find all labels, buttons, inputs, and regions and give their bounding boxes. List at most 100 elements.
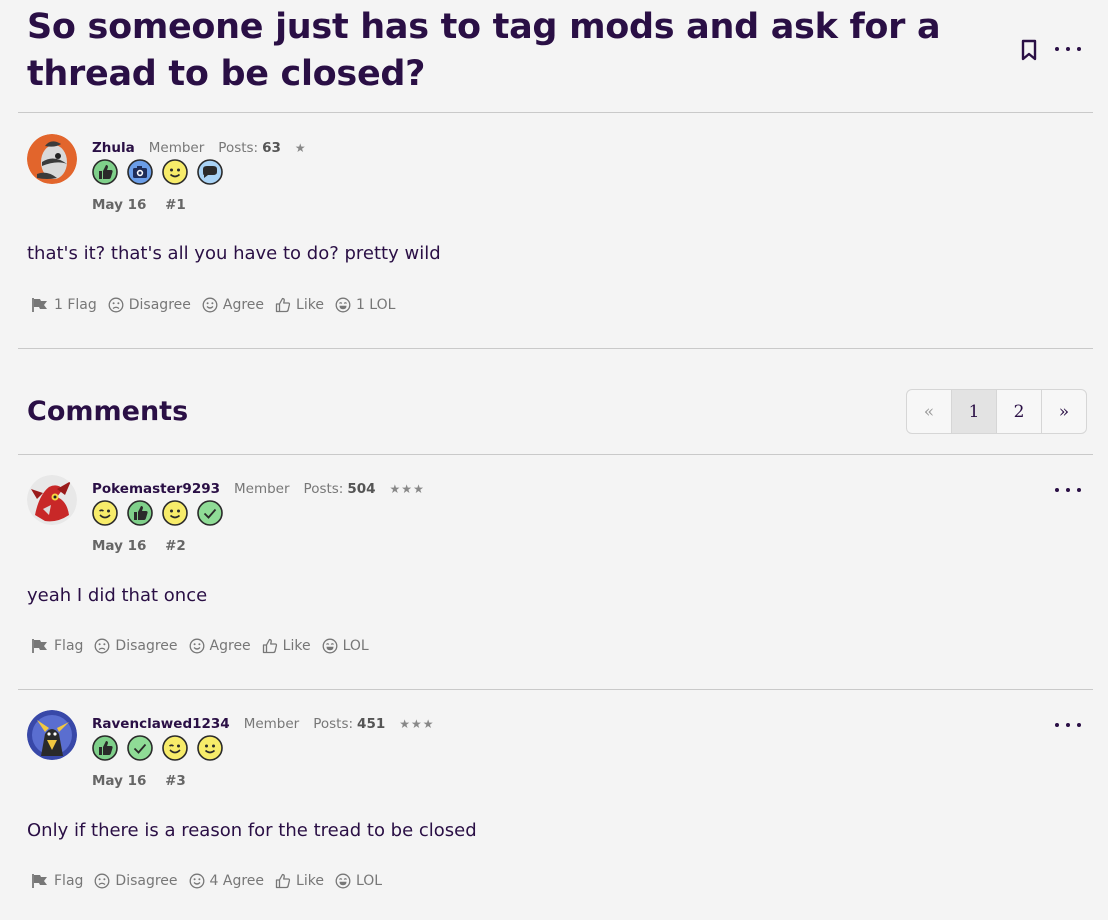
like-button[interactable]: Like — [262, 638, 311, 654]
smile-badge-icon[interactable] — [162, 159, 188, 185]
comments-heading: Comments — [27, 396, 189, 427]
lol-button[interactable]: 1 LOL — [335, 297, 395, 313]
posts-count: 451 — [357, 716, 386, 732]
avatar[interactable] — [27, 710, 77, 760]
thumbs-up-badge-icon[interactable] — [127, 500, 153, 526]
flag-icon — [32, 298, 47, 312]
posts-label: Posts: — [313, 716, 354, 732]
check-badge-icon[interactable] — [197, 500, 223, 526]
disagree-label: Disagree — [115, 873, 178, 889]
laugh-icon — [335, 873, 351, 889]
divider — [18, 689, 1093, 690]
disagree-label: Disagree — [128, 297, 191, 313]
author-meta: Zhula Member Posts: 63 ★ — [92, 140, 307, 156]
comment-more-options-icon[interactable] — [1053, 481, 1083, 499]
reaction-bar: 1 Flag Disagree Agree Like 1 LOL — [31, 297, 406, 313]
wink-badge-icon[interactable] — [162, 735, 188, 761]
avatar[interactable] — [27, 134, 77, 184]
lol-label: 1 LOL — [355, 297, 396, 313]
smile-icon — [202, 297, 218, 313]
post-date[interactable]: May 16 — [92, 773, 146, 789]
smile-icon — [189, 638, 204, 654]
avatar[interactable] — [27, 475, 77, 525]
post-body: yeah I did that once — [27, 585, 208, 606]
thread-more-options-icon[interactable] — [1053, 40, 1083, 58]
flag-label: 1 Flag — [54, 297, 97, 313]
thumbs-up-badge-icon[interactable] — [92, 159, 118, 185]
reaction-bar: Flag Disagree Agree Like LOL — [31, 638, 380, 654]
posts-count: 504 — [347, 481, 376, 497]
flag-icon — [32, 874, 47, 888]
post-date-row: May 16 #2 — [92, 538, 186, 554]
lol-label: LOL — [342, 638, 369, 654]
pagination-page-1[interactable]: 1 — [952, 390, 997, 433]
pagination-prev[interactable]: « — [907, 390, 952, 433]
user-role: Member — [148, 140, 205, 156]
agree-button[interactable]: 4 Agree — [189, 873, 265, 889]
badge-list — [92, 159, 223, 185]
thumbs-up-icon — [275, 873, 291, 889]
badge-list — [92, 735, 223, 761]
speech-bubble-badge-icon[interactable] — [197, 159, 223, 185]
like-label: Like — [296, 297, 324, 313]
wink-badge-icon[interactable] — [92, 500, 118, 526]
post-body: Only if there is a reason for the tread … — [27, 820, 477, 841]
agree-label: 4 Agree — [209, 873, 265, 889]
frown-icon — [94, 638, 110, 654]
check-badge-icon[interactable] — [127, 735, 153, 761]
like-button[interactable]: Like — [275, 297, 324, 313]
rank-stars: ★★★ — [399, 717, 435, 731]
laugh-icon — [335, 297, 351, 313]
agree-button[interactable]: Agree — [189, 638, 251, 654]
smile-badge-icon[interactable] — [162, 500, 188, 526]
flag-icon — [32, 639, 47, 653]
divider — [18, 348, 1093, 349]
reaction-bar: Flag Disagree 4 Agree Like LOL — [31, 873, 393, 889]
user-role: Member — [243, 716, 300, 732]
post-body: that's it? that's all you have to do? pr… — [27, 243, 441, 264]
smile-icon — [189, 873, 204, 889]
flag-button[interactable]: 1 Flag — [31, 297, 97, 313]
disagree-button[interactable]: Disagree — [108, 297, 191, 313]
flag-button[interactable]: Flag — [31, 638, 83, 654]
thumbs-up-icon — [275, 297, 291, 313]
like-label: Like — [296, 873, 324, 889]
posts-label: Posts: — [303, 481, 344, 497]
flag-label: Flag — [54, 638, 84, 654]
agree-button[interactable]: Agree — [202, 297, 264, 313]
agree-label: Agree — [222, 297, 265, 313]
like-button[interactable]: Like — [275, 873, 324, 889]
flag-label: Flag — [54, 873, 84, 889]
pagination-page-2[interactable]: 2 — [997, 390, 1042, 433]
posts-count: 63 — [262, 140, 281, 156]
pagination: « 1 2 » — [906, 389, 1087, 434]
username-link[interactable]: Pokemaster9293 — [92, 481, 220, 497]
flag-button[interactable]: Flag — [31, 873, 83, 889]
disagree-label: Disagree — [115, 638, 178, 654]
smile-badge-icon[interactable] — [197, 735, 223, 761]
post-date[interactable]: May 16 — [92, 197, 146, 213]
post-date-row: May 16 #3 — [92, 773, 186, 789]
user-role: Member — [234, 481, 290, 497]
post-date[interactable]: May 16 — [92, 538, 146, 554]
post-number[interactable]: #2 — [165, 538, 186, 554]
like-label: Like — [282, 638, 311, 654]
lol-button[interactable]: LOL — [322, 638, 369, 654]
author-meta: Pokemaster9293 Member Posts: 504 ★★★ — [92, 481, 425, 497]
disagree-button[interactable]: Disagree — [94, 638, 178, 654]
username-link[interactable]: Zhula — [92, 140, 135, 156]
post-number[interactable]: #3 — [165, 773, 186, 789]
lol-button[interactable]: LOL — [335, 873, 382, 889]
lol-label: LOL — [355, 873, 383, 889]
bookmark-icon[interactable] — [1020, 38, 1038, 62]
page-title: So someone just has to tag mods and ask … — [27, 7, 941, 94]
disagree-button[interactable]: Disagree — [94, 873, 178, 889]
camera-badge-icon[interactable] — [127, 159, 153, 185]
pagination-next[interactable]: » — [1042, 390, 1086, 433]
thumbs-up-badge-icon[interactable] — [92, 735, 118, 761]
post-number[interactable]: #1 — [165, 197, 186, 213]
badge-list — [92, 500, 223, 526]
username-link[interactable]: Ravenclawed1234 — [92, 716, 230, 732]
comment-more-options-icon[interactable] — [1053, 716, 1083, 734]
posts-label: Posts: — [218, 140, 259, 156]
